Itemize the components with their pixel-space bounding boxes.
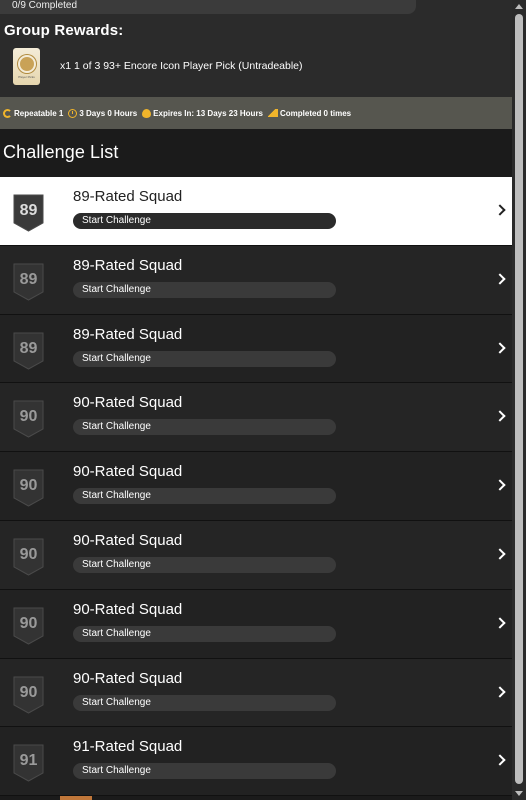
expiry-info: Expires In: 13 Days 23 Hours [142, 108, 263, 118]
challenge-row[interactable]: 90 90-Rated Squad Start Challenge [0, 520, 512, 590]
player-pick-pack-icon: Player Picks [13, 48, 40, 85]
rating-value: 89 [19, 339, 38, 357]
scrollbar-thumb[interactable] [515, 14, 523, 784]
challenge-list-title: Challenge List [0, 129, 512, 177]
rating-value: 89 [19, 270, 38, 288]
rating-badge-icon: 90 [11, 675, 46, 715]
challenge-title: 90-Rated Squad [73, 669, 183, 687]
rating-value: 91 [19, 752, 38, 770]
challenge-list: 89 89-Rated Squad Start Challenge 89 89-Rate… [0, 177, 512, 797]
rating-value: 89 [19, 202, 38, 219]
duration-info: 3 Days 0 Hours [68, 108, 138, 118]
completed-info: Completed 0 times [268, 109, 351, 118]
rating-badge-icon: 89 [11, 262, 46, 302]
rating-badge-icon: 89 [11, 331, 46, 371]
group-header: 0/9 Completed Group Rewards: Player Pick… [0, 0, 512, 97]
challenge-title: 91-Rated Squad [73, 738, 183, 756]
start-challenge-button[interactable]: Start Challenge [73, 625, 336, 642]
challenge-row[interactable]: 90 90-Rated Squad Start Challenge [0, 589, 512, 659]
challenge-panel: 0/9 Completed Group Rewards: Player Pick… [0, 0, 512, 800]
challenge-row[interactable]: 90 90-Rated Squad Start Challenge [0, 658, 512, 728]
rating-value: 90 [19, 545, 38, 563]
challenge-row[interactable]: 91 91-Rated Squad Start Challenge [0, 727, 512, 797]
chevron-right-icon[interactable] [494, 685, 506, 698]
start-challenge-button[interactable]: Start Challenge [73, 419, 336, 436]
rating-value: 90 [19, 614, 38, 632]
start-challenge-button[interactable]: Start Challenge [73, 488, 336, 505]
chevron-right-icon[interactable] [494, 548, 506, 560]
chevron-right-icon[interactable] [494, 204, 506, 216]
start-challenge-button[interactable]: Start Challenge [73, 763, 336, 780]
chevron-right-icon[interactable] [494, 617, 506, 629]
start-challenge-button[interactable]: Start Challenge [73, 556, 336, 573]
bottom-tab-indicator [60, 796, 92, 800]
chevron-right-icon[interactable] [494, 479, 506, 491]
challenge-title: 90-Rated Squad [73, 394, 183, 412]
challenge-title: 89-Rated Squad [73, 188, 183, 205]
rating-value: 90 [19, 683, 38, 701]
rating-badge-icon: 89 [11, 193, 46, 233]
group-rewards-title: Group Rewards: [4, 22, 124, 39]
rating-badge-icon: 90 [11, 606, 46, 646]
chevron-right-icon[interactable] [494, 754, 506, 767]
challenge-title: 90-Rated Squad [73, 463, 183, 481]
start-challenge-button[interactable]: Start Challenge [73, 281, 336, 298]
repeatable-info: Repeatable 1 [3, 108, 64, 118]
rating-badge-icon: 90 [11, 399, 46, 439]
challenge-row[interactable]: 90 90-Rated Squad Start Challenge [0, 452, 512, 521]
challenge-row[interactable]: 89 89-Rated Squad Start Challenge [0, 177, 512, 246]
scroll-up-arrow-icon[interactable] [515, 4, 523, 9]
scrollbar[interactable] [512, 0, 526, 800]
challenge-row[interactable]: 89 89-Rated Squad Start Challenge [0, 245, 512, 315]
challenge-title: 89-Rated Squad [73, 256, 183, 274]
clock-icon [68, 108, 78, 118]
reward-description: x1 1 of 3 93+ Encore Icon Player Pick (U… [60, 60, 303, 72]
scroll-down-arrow-icon[interactable] [515, 791, 523, 796]
challenge-title: 90-Rated Squad [73, 600, 183, 618]
start-challenge-button[interactable]: Start Challenge [73, 213, 336, 229]
start-challenge-button[interactable]: Start Challenge [73, 350, 336, 367]
challenge-row[interactable]: 90 90-Rated Squad Start Challenge [0, 383, 512, 453]
duration-label: 3 Days 0 Hours [79, 108, 138, 118]
challenge-row[interactable]: 89 89-Rated Squad Start Challenge [0, 314, 512, 384]
progress-status: 0/9 Completed [0, 0, 416, 14]
chevron-right-icon[interactable] [494, 273, 506, 285]
flame-icon [142, 108, 152, 118]
completed-label: Completed 0 times [280, 108, 352, 118]
expiry-label: Expires In: 13 Days 23 Hours [153, 108, 263, 118]
challenge-meta-bar: Repeatable 1 3 Days 0 Hours Expires In: … [0, 97, 512, 129]
rating-badge-icon: 90 [11, 537, 46, 577]
rating-value: 90 [19, 408, 38, 426]
rating-value: 90 [19, 477, 38, 495]
start-challenge-button[interactable]: Start Challenge [73, 694, 336, 711]
challenge-title: 89-Rated Squad [73, 325, 183, 343]
chevron-right-icon[interactable] [494, 410, 506, 423]
repeatable-label: Repeatable 1 [14, 108, 64, 118]
repeat-icon [3, 108, 12, 118]
rating-badge-icon: 91 [11, 743, 46, 783]
challenge-title: 90-Rated Squad [73, 531, 183, 549]
completed-icon [268, 109, 278, 117]
rating-badge-icon: 90 [11, 468, 46, 508]
chevron-right-icon[interactable] [494, 341, 506, 354]
